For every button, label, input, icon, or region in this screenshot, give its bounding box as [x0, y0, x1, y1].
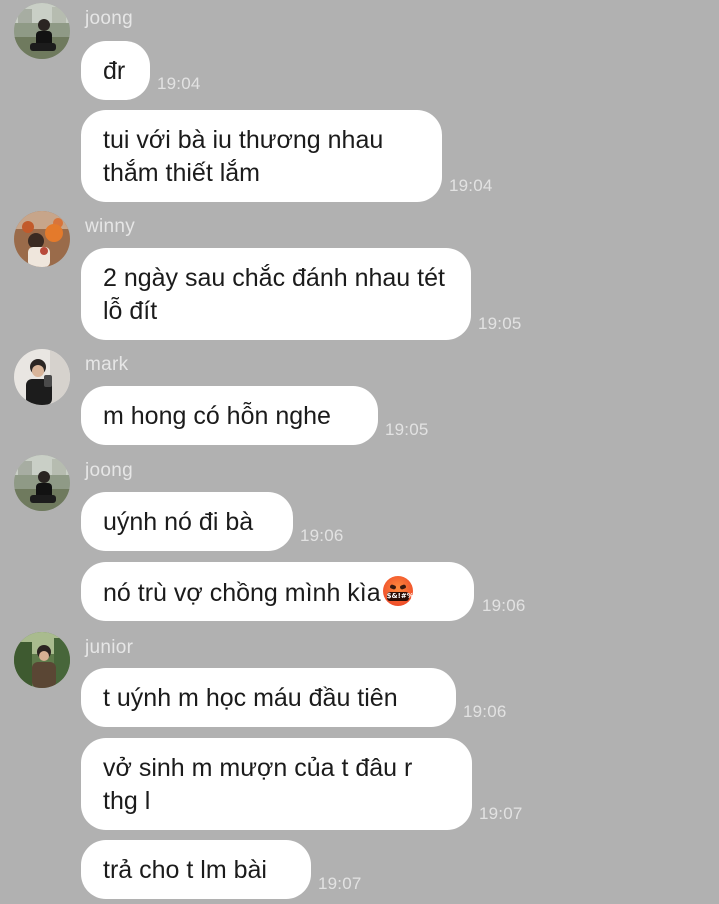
- message-bubble[interactable]: tui với bà iu thương nhau thắm thiết lắm: [81, 110, 442, 202]
- face-with-symbols-on-mouth-icon: $&!#%: [382, 576, 414, 606]
- message-time: 19:05: [385, 420, 429, 439]
- message-time: 19:06: [482, 596, 526, 615]
- sender-name: junior: [85, 637, 134, 658]
- message-text: nó trù vợ chồng mình kìa: [103, 579, 381, 607]
- message-time: 19:04: [449, 176, 493, 195]
- message-text: t uýnh m học máu đầu tiên: [103, 684, 398, 712]
- sender-name: mark: [85, 354, 129, 375]
- message-time: 19:07: [318, 874, 362, 893]
- message-time: 19:07: [479, 804, 523, 823]
- message-text: m hong có hỗn nghe: [103, 402, 331, 430]
- avatar-joong[interactable]: [14, 3, 70, 59]
- message-time: 19:04: [157, 74, 201, 93]
- avatar-winny[interactable]: [14, 211, 70, 267]
- message-bubble[interactable]: đr: [81, 41, 150, 100]
- message-text: 2 ngày sau chắc đánh nhau tét lỗ đít: [103, 264, 445, 325]
- message-time: 19:06: [300, 526, 344, 545]
- avatar-joong[interactable]: [14, 455, 70, 511]
- message-text: trả cho t lm bài: [103, 856, 267, 884]
- emoji-symbols: $&!#%: [386, 592, 414, 601]
- message-time: 19:05: [478, 314, 522, 333]
- message-text: vở sinh m mượn của t đâu r thg l: [103, 754, 413, 815]
- message-bubble[interactable]: trả cho t lm bài: [81, 840, 311, 899]
- message-text: uýnh nó đi bà: [103, 508, 254, 536]
- message-bubble[interactable]: vở sinh m mượn của t đâu r thg l: [81, 738, 472, 830]
- message-time: 19:06: [463, 702, 507, 721]
- message-text: đr: [103, 57, 126, 85]
- message-bubble[interactable]: 2 ngày sau chắc đánh nhau tét lỗ đít: [81, 248, 471, 340]
- avatar-mark[interactable]: [14, 349, 70, 405]
- message-bubble[interactable]: uýnh nó đi bà: [81, 492, 293, 551]
- sender-name: joong: [85, 460, 133, 481]
- message-bubble[interactable]: t uýnh m học máu đầu tiên: [81, 668, 456, 727]
- message-text: tui với bà iu thương nhau thắm thiết lắm: [103, 126, 384, 187]
- sender-name: winny: [85, 216, 136, 237]
- chat-thread: joong đr 19:04 tui với bà iu thương nhau…: [0, 0, 719, 904]
- message-bubble[interactable]: m hong có hỗn nghe: [81, 386, 378, 445]
- message-bubble[interactable]: nó trù vợ chồng mình kìa $&!#%: [81, 562, 474, 621]
- sender-name: joong: [85, 8, 133, 29]
- avatar-junior[interactable]: [14, 632, 70, 688]
